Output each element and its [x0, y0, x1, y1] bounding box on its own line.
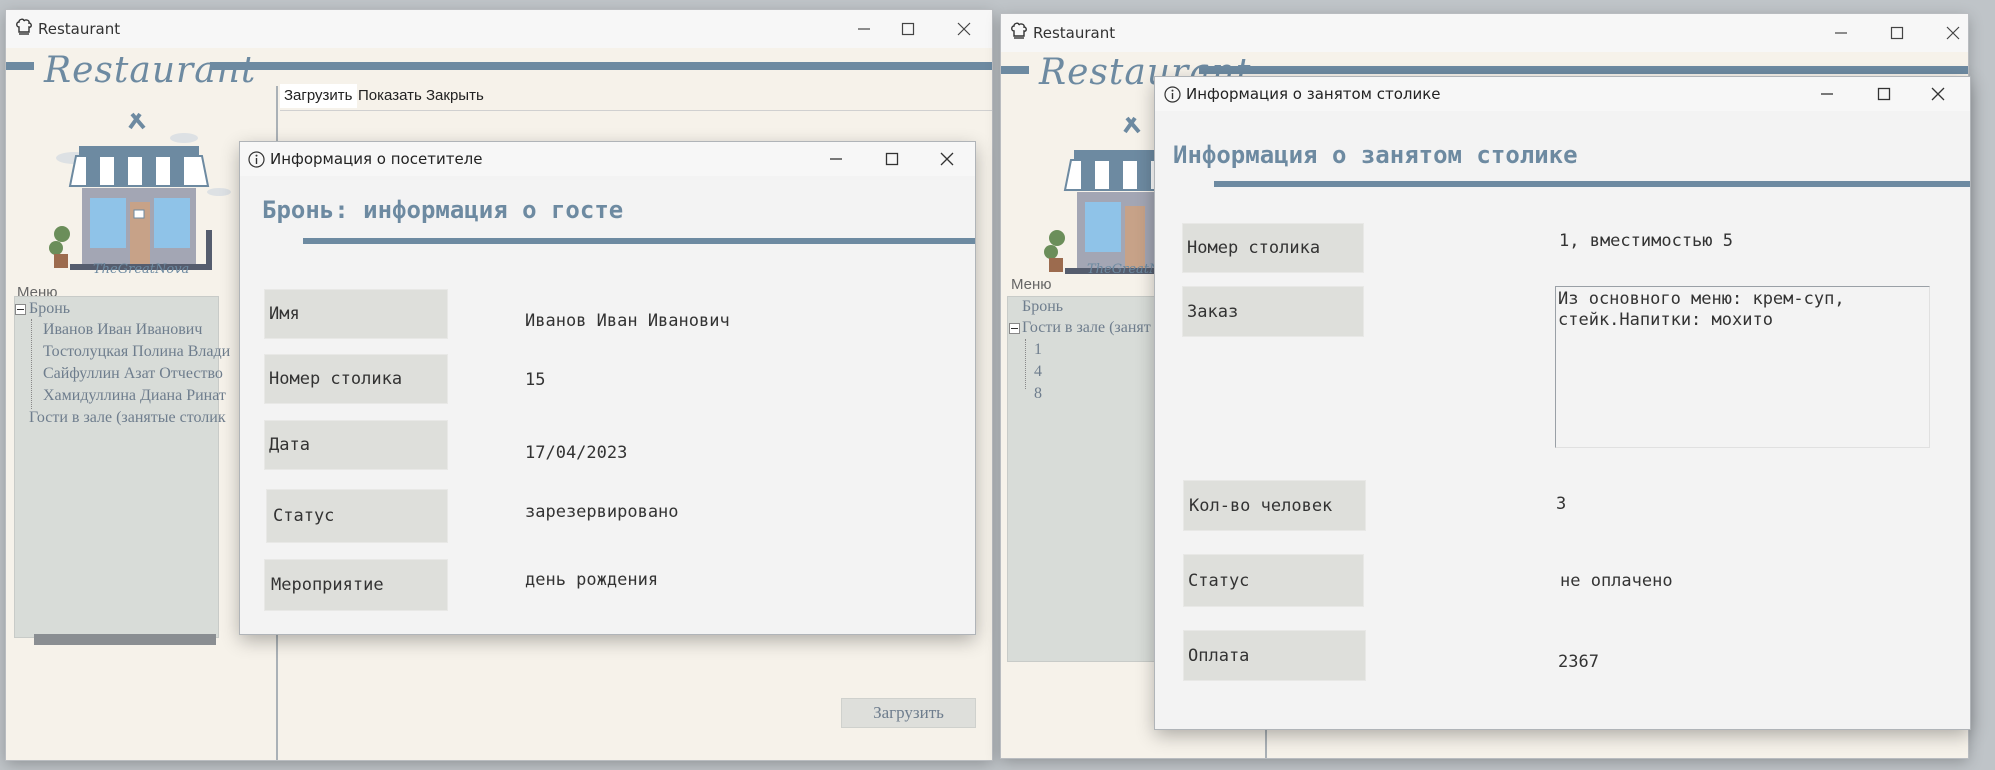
info-icon	[248, 151, 265, 168]
table-number-label: Номер столика	[264, 354, 448, 404]
table-dialog-heading: Информация о занятом столике	[1173, 141, 1578, 169]
event-label: Мероприятие	[264, 559, 448, 611]
left-window-titlebar[interactable]: Restaurant	[6, 10, 992, 48]
navigation-tree[interactable]: Бронь Гости в зале (занят 1 4 8	[1007, 296, 1169, 662]
collapse-icon[interactable]	[15, 304, 26, 315]
tree-node-guest-3[interactable]: Сайфуллин Азат Отчество	[43, 365, 223, 383]
navigation-tree[interactable]: Бронь Иванов Иван Иванович Тостолуцкая П…	[14, 296, 230, 638]
table-dialog-title: Информация о занятом столике	[1186, 85, 1441, 103]
heading-rule	[303, 238, 975, 244]
brand-title: Restaurant	[44, 50, 257, 91]
guest-dialog-titlebar[interactable]: Информация о посетителе	[240, 142, 975, 176]
tree-node-guest-1[interactable]: Иванов Иван Иванович	[43, 321, 202, 339]
maximize-icon	[901, 22, 915, 36]
guest-info-dialog: Информация о посетителе Бронь: информаци…	[240, 142, 975, 634]
close-button[interactable]	[919, 142, 975, 176]
maximize-icon	[1890, 26, 1904, 40]
right-window-title: Restaurant	[1033, 24, 1116, 42]
banner-line-right	[1199, 66, 1968, 74]
tree-node-booking[interactable]: Бронь	[1022, 298, 1063, 316]
tab-strip: Загрузить Показать Закрыть	[280, 84, 980, 110]
tab-underline	[280, 110, 992, 111]
status-value: не оплачено	[1560, 571, 1673, 591]
tree-node-guest-2[interactable]: Тостолуцкая Полина Влади	[43, 343, 230, 361]
date-label: Дата	[264, 420, 448, 470]
minimize-button[interactable]	[808, 142, 864, 176]
close-icon	[1931, 87, 1945, 101]
name-value: Иванов Иван Иванович	[525, 311, 730, 331]
name-label: Имя	[264, 289, 448, 339]
event-value: день рождения	[525, 570, 659, 590]
status-value: зарезервировано	[525, 502, 679, 522]
table-number-value: 15	[525, 370, 546, 390]
table-info-dialog: Информация о занятом столике Информация …	[1155, 77, 1970, 729]
order-textarea[interactable]: Из основного меню: крем-суп, стейк.Напит…	[1555, 286, 1930, 448]
close-icon	[957, 22, 971, 36]
tree-connector	[31, 319, 32, 409]
order-label: Заказ	[1182, 286, 1364, 337]
tab-show[interactable]: Показать	[354, 84, 426, 108]
chef-hat-icon	[1011, 22, 1027, 39]
banner-line-left	[6, 62, 34, 70]
tree-node-hall[interactable]: Гости в зале (занят	[1022, 319, 1151, 337]
status-label: Статус	[266, 489, 448, 543]
maximize-button[interactable]	[880, 10, 936, 48]
close-icon	[1946, 26, 1960, 40]
maximize-button[interactable]	[864, 142, 920, 176]
menu-label: Меню	[1011, 276, 1052, 293]
minimize-icon	[830, 158, 842, 160]
close-button[interactable]	[1910, 77, 1966, 111]
table-number-value: 1, вместимостью 5	[1559, 231, 1733, 251]
tree-node-booking[interactable]: Бронь	[29, 300, 70, 318]
minimize-icon	[1835, 32, 1847, 34]
tree-node-table-1[interactable]: 1	[1034, 341, 1042, 359]
tab-load[interactable]: Загрузить	[280, 84, 357, 108]
left-window-title: Restaurant	[38, 20, 121, 38]
maximize-button[interactable]	[1856, 77, 1912, 111]
date-value: 17/04/2023	[525, 443, 628, 463]
tree-connector	[1025, 339, 1026, 389]
tree-node-guest-4[interactable]: Хамидуллина Диана Ринат	[43, 387, 226, 405]
status-label: Статус	[1183, 554, 1364, 607]
minimize-button[interactable]	[1799, 77, 1855, 111]
close-button[interactable]	[936, 10, 992, 48]
logo-caption: TheGreatNova	[93, 262, 190, 277]
maximize-button[interactable]	[1869, 14, 1925, 52]
close-button[interactable]	[1925, 14, 1968, 52]
right-window-titlebar[interactable]: Restaurant	[1001, 14, 1968, 52]
collapse-icon[interactable]	[1009, 323, 1020, 334]
horizontal-scrollbar[interactable]	[34, 634, 216, 645]
minimize-icon	[1821, 93, 1833, 95]
payment-label: Оплата	[1183, 630, 1366, 681]
maximize-icon	[1877, 87, 1891, 101]
chef-hat-icon	[16, 18, 32, 35]
minimize-button[interactable]	[1813, 14, 1869, 52]
people-count-value: 3	[1556, 494, 1567, 514]
info-icon	[1164, 86, 1181, 103]
tree-node-hall[interactable]: Гости в зале (занятые столик	[29, 409, 226, 427]
maximize-icon	[885, 152, 899, 166]
banner-line-right	[210, 62, 992, 70]
banner-line-left	[1001, 66, 1029, 74]
table-dialog-titlebar[interactable]: Информация о занятом столике	[1155, 77, 1970, 111]
guest-dialog-heading: Бронь: информация о госте	[262, 196, 624, 224]
table-number-label: Номер столика	[1182, 223, 1364, 273]
tab-close[interactable]: Закрыть	[422, 84, 488, 108]
minimize-icon	[858, 28, 870, 30]
payment-value: 2367	[1558, 652, 1599, 672]
people-count-label: Кол-во человек	[1183, 480, 1366, 531]
close-icon	[940, 152, 954, 166]
load-button[interactable]: Загрузить	[841, 698, 976, 728]
heading-rule	[1214, 181, 1970, 187]
guest-dialog-title: Информация о посетителе	[270, 150, 483, 168]
tree-node-table-4[interactable]: 4	[1034, 363, 1042, 381]
tree-node-table-8[interactable]: 8	[1034, 385, 1042, 403]
